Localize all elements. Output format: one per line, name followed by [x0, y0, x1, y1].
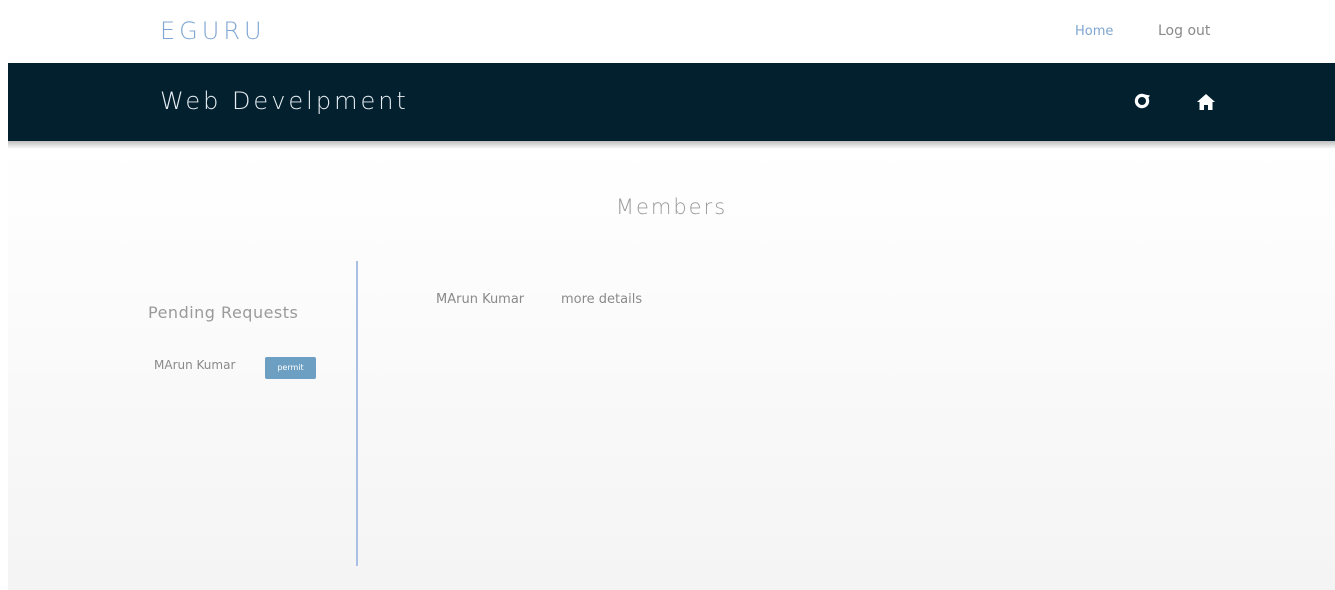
nav-home-link[interactable]: Home [1075, 24, 1113, 39]
top-navbar: EGURU Home Log out [0, 0, 1335, 63]
page-title: Members [615, 195, 728, 219]
course-title: Web Develpment [160, 87, 409, 115]
column-divider [356, 261, 358, 566]
home-icon[interactable] [1196, 92, 1216, 112]
page: EGURU Home Log out Web Develpment Member… [0, 0, 1335, 590]
pending-request-name: MArun Kumar [154, 358, 236, 372]
course-bar: Web Develpment [8, 63, 1335, 141]
member-details-link[interactable]: more details [561, 292, 642, 307]
main-content: Members Pending Requests MArun Kumar per… [8, 149, 1335, 590]
pending-requests-heading: Pending Requests [148, 303, 299, 322]
brand-logo[interactable]: EGURU [160, 17, 266, 45]
refresh-icon[interactable] [1133, 92, 1151, 110]
permit-button[interactable]: permit [265, 357, 316, 379]
course-bar-shadow [8, 141, 1335, 149]
member-name: MArun Kumar [436, 292, 525, 307]
nav-logout-link[interactable]: Log out [1158, 23, 1210, 39]
